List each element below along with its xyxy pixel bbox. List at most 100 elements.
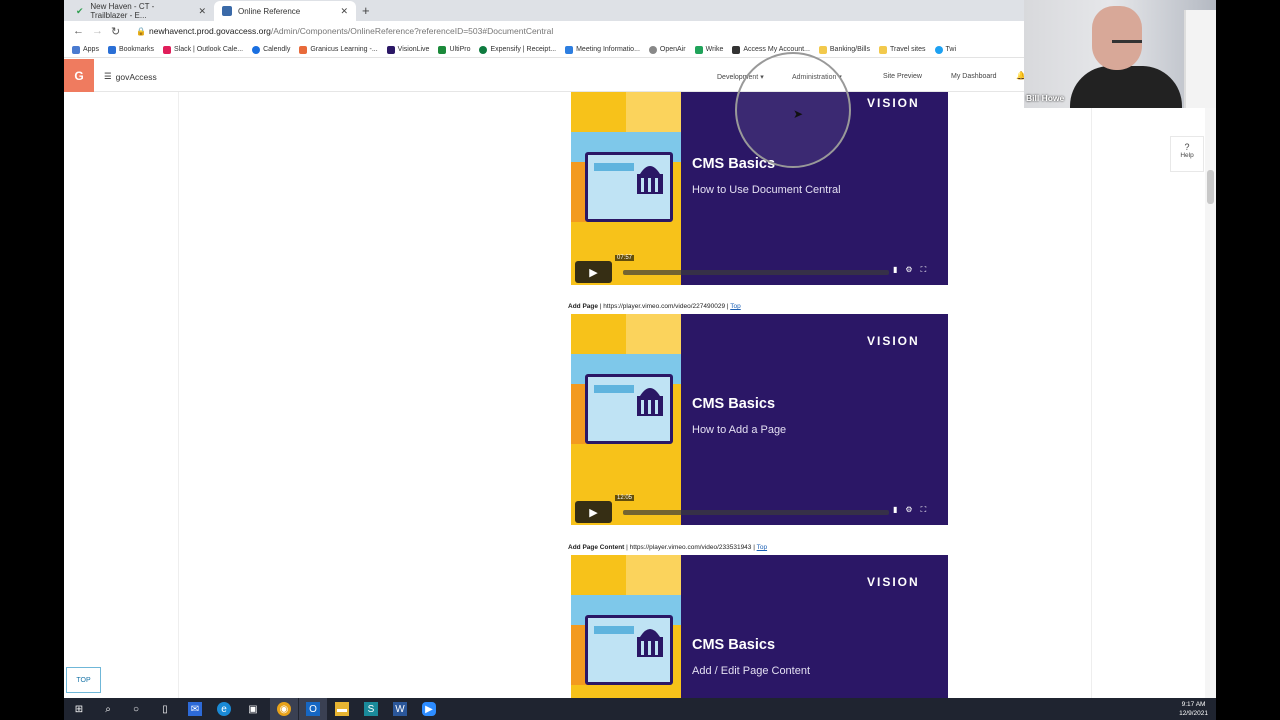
chrome-icon[interactable]: ◉ [277,702,291,716]
apps-grid-icon [72,45,80,54]
bookmark-bookmarks[interactable]: Bookmarks [107,45,154,54]
file-explorer-icon[interactable]: ▬ [335,702,349,716]
bookmark-expensify[interactable]: Expensify | Receipt... [479,45,556,54]
nav-site-preview[interactable]: Site Preview [883,73,922,80]
bank-icon [732,45,741,54]
tab-online-reference[interactable]: Online Reference ✕ [214,1,356,21]
task-view-icon[interactable]: ▯ [158,702,172,716]
person-head [1092,6,1142,70]
tab-new-haven[interactable]: ✔ New Haven - CT - Trailblazer - E... ✕ [68,1,214,21]
page-icon [222,6,232,16]
back-to-top-button[interactable]: TOP [66,667,101,693]
edge-icon[interactable]: e [217,702,231,716]
app-name[interactable]: ☰ govAccess [104,71,157,82]
settings-icon[interactable]: ⚙ [905,265,912,275]
video-controls: ▶ 07:57 ▮ ⚙ ⛶ [571,255,948,285]
ultipro-icon [438,45,447,54]
settings-icon[interactable]: ⚙ [905,505,912,515]
wrike-icon [694,45,703,54]
caption-add-page-content: Add Page Content | https://player.vimeo.… [568,544,768,551]
tab-title: Online Reference [238,6,301,16]
windows-start-icon[interactable]: ⊞ [72,702,86,716]
play-icon[interactable]: ▶ [575,261,612,283]
openair-icon [648,45,657,54]
bookmark-calendly[interactable]: Calendly [252,45,290,54]
vision-logo: VISION [867,334,920,348]
bookmark-visionlive[interactable]: VisionLive [386,45,429,54]
help-button[interactable]: ? Help [1170,136,1204,172]
participant-name: Bill Howe [1026,93,1065,103]
tab-title: New Haven - CT - Trailblazer - E... [90,2,155,20]
close-icon[interactable]: ✕ [198,6,206,17]
mouse-cursor-icon: ➤ [793,107,804,121]
visionlive-icon [386,45,395,54]
fullscreen-icon[interactable]: ⛶ [921,505,927,515]
store-icon[interactable]: ▣ [246,702,260,716]
bookmark-travel[interactable]: Travel sites [878,45,926,54]
bookmark-apps[interactable]: Apps [72,45,99,54]
calendly-icon [252,45,261,54]
system-clock[interactable]: 9:17 AM 12/9/2021 [1179,700,1208,718]
volume-icon[interactable]: ▮ [893,505,897,515]
top-link[interactable]: Top [757,544,767,551]
check-icon: ✔ [76,6,84,16]
browser-window: ✔ New Haven - CT - Trailblazer - E... ✕ … [64,0,1216,720]
play-icon[interactable]: ▶ [575,501,612,523]
windows-taskbar: ⊞ ⌕ ○ ▯ ✉ e ▣ ◉ O ▬ S W ▶ 9:17 AM 12/9/20… [64,698,1216,720]
progress-track[interactable] [623,510,889,515]
video-duration: 07:57 [615,255,635,261]
mail-icon[interactable]: ✉ [188,702,202,716]
twitter-icon [934,45,943,54]
granicus-icon [299,45,308,54]
bookshelf [1184,10,1216,108]
bookmark-banking[interactable]: Banking/Bills [818,45,870,54]
progress-track[interactable] [623,270,889,275]
app-icon[interactable]: S [364,702,378,716]
search-icon[interactable]: ⌕ [101,702,115,716]
caption-add-page: Add Page | https://player.vimeo.com/vide… [568,303,741,310]
video-subtitle: Add / Edit Page Content [692,665,811,677]
fullscreen-icon[interactable]: ⛶ [921,265,927,275]
right-letterbox [1216,0,1280,698]
slack-icon [162,45,171,54]
meeting-icon [565,45,574,54]
new-tab-icon[interactable]: + [362,3,370,18]
bookmark-twitter[interactable]: Twi [934,45,956,54]
menu-icon: ☰ [104,71,112,81]
zoom-icon[interactable]: ▶ [422,702,436,716]
bookmark-slack[interactable]: Slack | Outlook Cale... [162,45,243,54]
close-icon[interactable]: ✕ [340,6,348,17]
vision-logo: VISION [867,575,920,589]
video-player-add-page[interactable]: VISION CMS Basics How to Add a Page ▶ 12… [571,314,948,525]
volume-icon[interactable]: ▮ [893,265,897,275]
capitol-building-icon [637,629,663,657]
forward-icon[interactable]: → [92,25,103,37]
back-icon[interactable]: ← [73,25,84,37]
outlook-icon[interactable]: O [306,702,320,716]
video-player-page-content[interactable]: VISION CMS Basics Add / Edit Page Conten… [571,555,948,698]
top-link[interactable]: Top [730,303,740,310]
reload-icon[interactable]: ↻ [111,25,120,38]
govaccess-logo[interactable]: G [64,59,94,92]
bookmark-openair[interactable]: OpenAir [648,45,686,54]
question-icon: ? [1184,142,1190,152]
bookmark-wrike[interactable]: Wrike [694,45,723,54]
video-subtitle: How to Use Document Central [692,184,841,196]
url-field[interactable]: newhavenct.prod.govaccess.org/Admin/Comp… [149,26,553,36]
video-subtitle: How to Add a Page [692,424,787,436]
url-path: /Admin/Components/OnlineReference?refere… [270,26,554,36]
cortana-icon[interactable]: ○ [129,702,143,716]
video-controls: ▶ 12:05 ▮ ⚙ ⛶ [571,495,948,525]
capitol-building-icon [637,388,663,416]
scrollbar[interactable] [1205,92,1216,698]
word-icon[interactable]: W [393,702,407,716]
scrollbar-thumb[interactable] [1207,170,1214,204]
headset-mic [1112,40,1142,43]
vision-logo: VISION [867,96,920,110]
url-host: newhavenct.prod.govaccess.org [149,26,271,36]
bookmark-meeting[interactable]: Meeting Informatio... [565,45,640,54]
bookmark-granicus[interactable]: Granicus Learning -... [299,45,378,54]
bookmark-ultipro[interactable]: UltiPro [438,45,470,54]
nav-my-dashboard[interactable]: My Dashboard [951,73,997,80]
star-icon [107,45,116,54]
